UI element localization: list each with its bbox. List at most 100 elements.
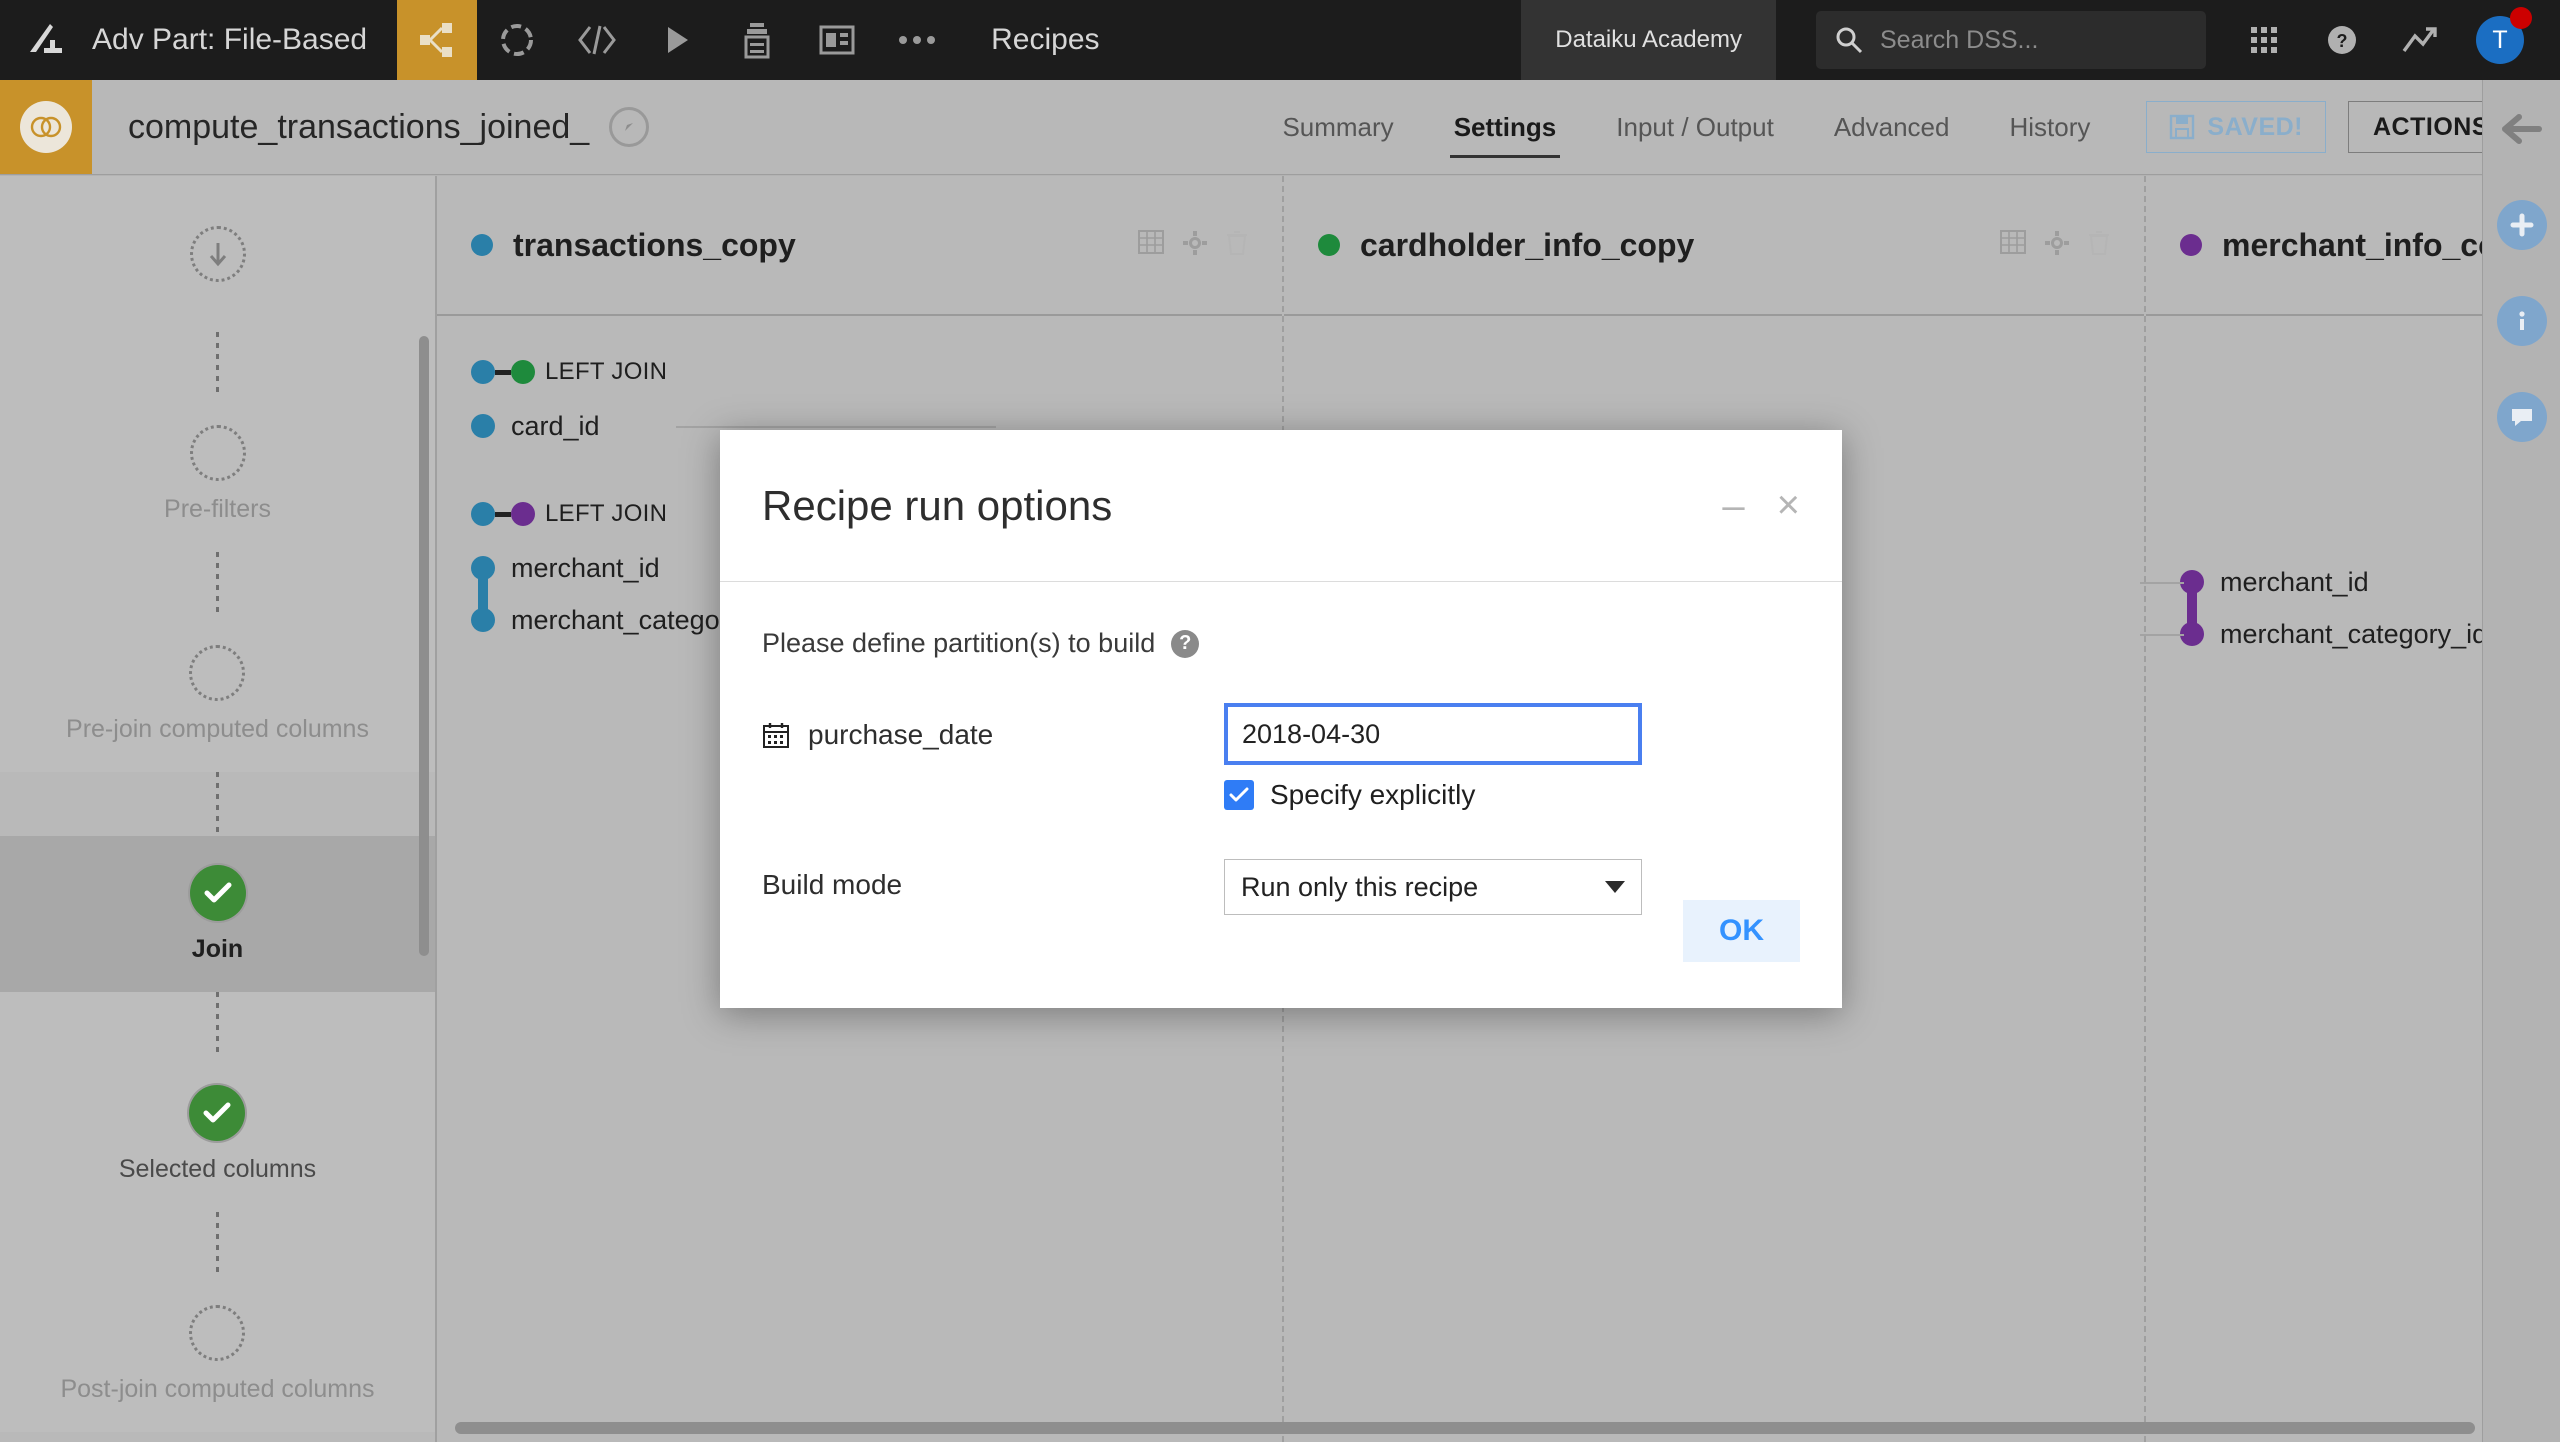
info-icon[interactable]: [2495, 294, 2549, 348]
build-mode-select[interactable]: Run only this recipe: [1224, 859, 1642, 915]
tab-input-output[interactable]: Input / Output: [1586, 80, 1804, 174]
partition-prompt-row: Please define partition(s) to build ?: [762, 628, 1800, 659]
dialog-body: Please define partition(s) to build ? pu…: [720, 582, 1842, 915]
search-input[interactable]: Search DSS...: [1816, 11, 2206, 69]
join-key-connector: [2140, 634, 2184, 636]
minimize-icon[interactable]: –: [1722, 486, 1744, 526]
dataset-header: cardholder_info_copy: [1284, 176, 2144, 316]
page-title[interactable]: compute_transactions_joined_: [128, 108, 589, 147]
avatar[interactable]: T: [2462, 0, 2538, 80]
build-mode-label-group: Build mode: [762, 859, 1224, 901]
step-connector: [216, 1212, 219, 1276]
step-connector: [216, 552, 219, 616]
dataset-header-icons: [2000, 229, 2110, 261]
close-icon[interactable]: ×: [1777, 483, 1800, 528]
table-icon[interactable]: [1138, 229, 1164, 261]
notification-badge: [2510, 7, 2532, 29]
sidebar-item-pre-join-computed-columns[interactable]: Pre-join computed columns: [0, 616, 435, 772]
tab-summary[interactable]: Summary: [1252, 80, 1423, 174]
gear-icon[interactable]: [1182, 230, 1208, 261]
join-key-name: merchant_id: [511, 552, 660, 583]
academy-button[interactable]: Dataiku Academy: [1521, 0, 1776, 80]
tab-settings[interactable]: Settings: [1424, 80, 1587, 174]
join-key-connector: [676, 426, 996, 428]
dataset-color-dot: [471, 234, 493, 256]
step-label: Post-join computed columns: [60, 1374, 375, 1403]
merchant-key-list: merchant_id merchant_category_id: [2140, 316, 2482, 660]
activity-icon[interactable]: [2384, 0, 2456, 80]
partition-input[interactable]: 2018-04-30: [1224, 703, 1642, 765]
sidebar-item-pre-filters[interactable]: Pre-filters: [0, 396, 435, 552]
step-connector: [216, 332, 219, 396]
lab-icon[interactable]: [717, 0, 797, 80]
dialog-footer: OK: [1683, 900, 1800, 962]
join-link-line: [495, 511, 511, 517]
horizontal-scrollbar-thumb[interactable]: [455, 1422, 2475, 1434]
subbar-spacer: [649, 80, 1252, 174]
add-icon[interactable]: [2495, 198, 2549, 252]
steps-scrollbar[interactable]: [419, 176, 429, 1442]
tab-history[interactable]: History: [1979, 80, 2120, 174]
partition-prompt: Please define partition(s) to build: [762, 628, 1156, 658]
dataset-name[interactable]: transactions_copy: [513, 227, 796, 264]
code-icon[interactable]: [557, 0, 637, 80]
recipe-steps-sidebar: Pre-filters Pre-join computed columns Jo…: [0, 176, 435, 1442]
join-left-dot: [471, 360, 495, 384]
dataiku-bird-icon[interactable]: [0, 0, 92, 80]
dataset-header: merchant_info_copy: [2146, 176, 2482, 316]
dataset-column-merchant-info-copy: merchant_info_copy merchant_id merchant_…: [2140, 176, 2482, 1442]
tab-advanced[interactable]: Advanced: [1804, 80, 1980, 174]
dialog-header-actions: – ×: [1722, 483, 1800, 528]
specify-explicitly-row[interactable]: Specify explicitly: [1224, 779, 1642, 811]
horizontal-scrollbar[interactable]: [437, 1422, 2482, 1434]
arrow-left-icon[interactable]: [2495, 102, 2549, 156]
recipe-run-options-dialog: Recipe run options – × Please define par…: [720, 430, 1842, 1008]
recipe-tabs: Summary Settings Input / Output Advanced…: [1252, 80, 2120, 174]
flow-icon[interactable]: [397, 0, 478, 80]
join-header[interactable]: LEFT JOIN: [471, 358, 1282, 386]
build-mode-row: Build mode Run only this recipe: [762, 859, 1800, 915]
more-dots-icon[interactable]: [877, 0, 957, 80]
join-right-dot: [511, 502, 535, 526]
gear-icon[interactable]: [2044, 230, 2070, 261]
discussions-icon[interactable]: [2495, 390, 2549, 444]
sidebar-item-post-join-computed-columns[interactable]: Post-join computed columns: [0, 1276, 435, 1432]
table-icon[interactable]: [2000, 229, 2026, 261]
project-title[interactable]: Adv Part: File-Based: [92, 0, 397, 80]
jobs-play-icon[interactable]: [637, 0, 717, 80]
join-left-dot: [471, 502, 495, 526]
right-sidebar: [2482, 80, 2560, 1442]
ok-button[interactable]: OK: [1683, 900, 1800, 962]
recipe-name-group: compute_transactions_joined_: [92, 80, 650, 174]
join-key-row[interactable]: merchant_id: [2140, 556, 2482, 634]
dataset-name[interactable]: cardholder_info_copy: [1360, 227, 1694, 264]
join-venn-icon: [0, 80, 92, 174]
dataset-header: transactions_copy: [437, 176, 1282, 316]
build-mode-value: Run only this recipe: [1241, 871, 1479, 902]
help-icon[interactable]: ?: [1171, 629, 1200, 658]
recipe-header-bar: compute_transactions_joined_ Summary Set…: [0, 80, 2560, 175]
step-node-empty: [189, 644, 246, 701]
dataset-color-dot: [2180, 234, 2202, 256]
sidebar-item-join[interactable]: Join: [0, 836, 435, 992]
join-key-row[interactable]: merchant_category_id: [2140, 608, 2482, 660]
partition-field-row: purchase_date 2018-04-30 Specify explici…: [762, 703, 1800, 811]
sidebar-item-selected-columns[interactable]: Selected columns: [0, 1056, 435, 1212]
dataset-name[interactable]: merchant_info_copy: [2222, 227, 2482, 264]
trash-icon[interactable]: [1226, 230, 1248, 261]
specify-explicitly-checkbox[interactable]: [1224, 780, 1254, 810]
dataset-circle-icon[interactable]: [477, 0, 557, 80]
steps-scrollbar-thumb[interactable]: [419, 336, 429, 956]
help-icon[interactable]: ?: [2306, 0, 2378, 80]
save-button[interactable]: SAVED!: [2146, 101, 2326, 153]
apps-grid-icon[interactable]: [2228, 0, 2300, 80]
partition-field-label-group: purchase_date: [762, 703, 1224, 751]
trash-icon[interactable]: [2088, 230, 2110, 261]
join-key-name: merchant_category_id: [2220, 618, 2482, 649]
navigate-icon[interactable]: [609, 107, 650, 147]
arrow-down-icon: [189, 226, 246, 282]
partition-input-group: 2018-04-30 Specify explicitly: [1224, 703, 1642, 811]
dashboard-icon[interactable]: [797, 0, 877, 80]
step-connector: [216, 772, 219, 836]
step-input[interactable]: [0, 176, 435, 332]
